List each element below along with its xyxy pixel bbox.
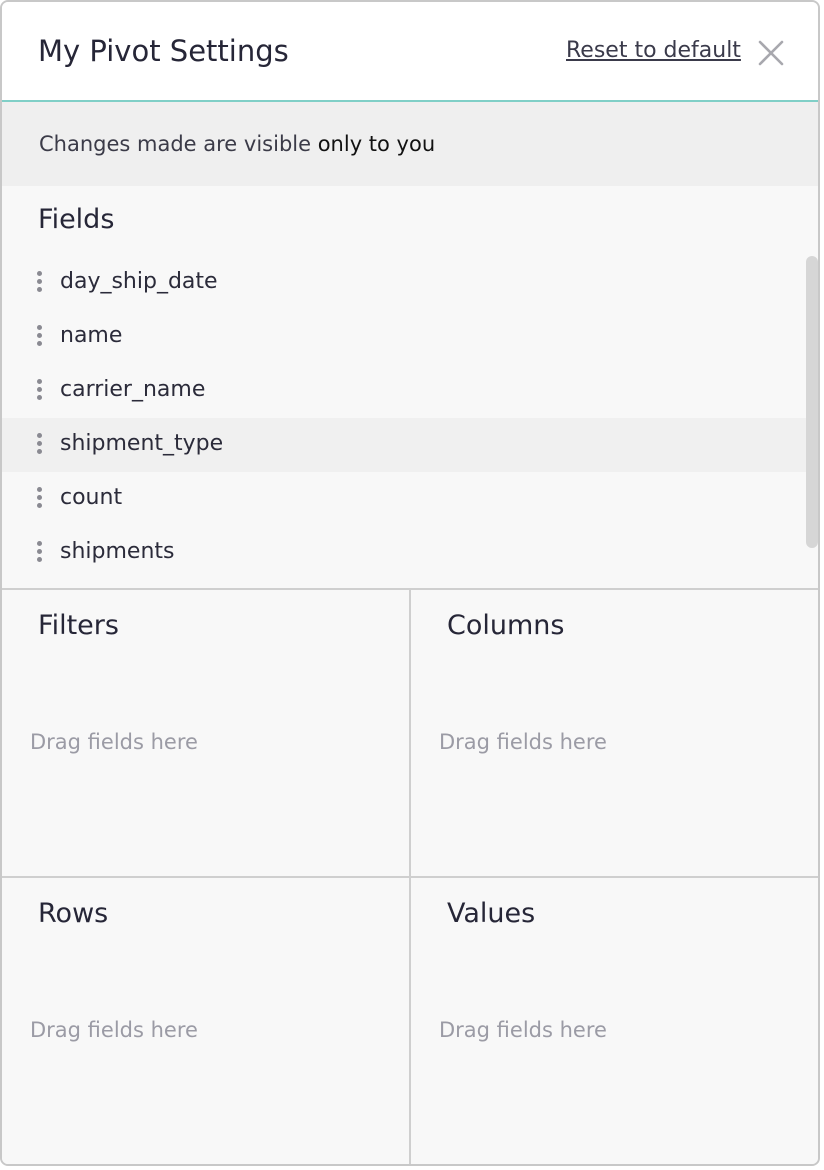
drag-handle-icon[interactable] — [37, 271, 43, 295]
drag-handle-icon[interactable] — [37, 379, 43, 403]
panel-title: My Pivot Settings — [38, 34, 289, 68]
close-button[interactable] — [756, 38, 786, 68]
rows-heading: Rows — [38, 898, 109, 929]
field-item[interactable]: name — [2, 310, 806, 364]
values-drop-zone[interactable]: Values Drag fields here — [411, 876, 818, 1164]
panel-header: My Pivot Settings Reset to default — [2, 2, 818, 102]
drag-handle-icon[interactable] — [37, 487, 43, 511]
notice-emphasis: only to you — [317, 132, 436, 156]
field-label: carrier_name — [60, 377, 206, 402]
values-heading: Values — [447, 898, 536, 929]
rows-drop-zone[interactable]: Rows Drag fields here — [2, 876, 411, 1164]
field-item[interactable]: day_ship_date — [2, 256, 806, 310]
field-label: day_ship_date — [60, 269, 218, 294]
field-label: count — [60, 485, 123, 510]
notice-text: Changes made are visible only to you — [39, 132, 435, 156]
field-item[interactable]: carrier_name — [2, 364, 806, 418]
field-label: shipment_type — [60, 431, 224, 456]
field-label: shipments — [60, 539, 175, 564]
notice-prefix: Changes made are visible — [39, 132, 318, 156]
field-item[interactable]: shipments — [2, 526, 806, 580]
visibility-notice: Changes made are visible only to you — [2, 102, 818, 186]
pivot-settings-panel: My Pivot Settings Reset to default Chang… — [0, 0, 820, 1166]
columns-placeholder: Drag fields here — [439, 730, 607, 754]
filters-drop-zone[interactable]: Filters Drag fields here — [2, 588, 411, 876]
field-item[interactable]: count — [2, 472, 806, 526]
filters-heading: Filters — [38, 610, 119, 641]
drag-handle-icon[interactable] — [37, 433, 43, 457]
drag-handle-icon[interactable] — [37, 541, 43, 565]
field-item[interactable]: shipment_type — [2, 418, 806, 472]
scrollbar-thumb[interactable] — [806, 256, 818, 548]
close-icon — [758, 40, 784, 66]
columns-heading: Columns — [447, 610, 565, 641]
columns-drop-zone[interactable]: Columns Drag fields here — [411, 588, 818, 876]
drag-handle-icon[interactable] — [37, 325, 43, 349]
values-placeholder: Drag fields here — [439, 1018, 607, 1042]
field-list: day_ship_date name carrier_name shipment… — [2, 256, 806, 580]
filters-placeholder: Drag fields here — [30, 730, 198, 754]
rows-placeholder: Drag fields here — [30, 1018, 198, 1042]
fields-scrollbar[interactable] — [806, 256, 818, 548]
fields-heading: Fields — [38, 204, 115, 235]
field-label: name — [60, 323, 123, 348]
reset-to-default-link[interactable]: Reset to default — [566, 38, 741, 63]
